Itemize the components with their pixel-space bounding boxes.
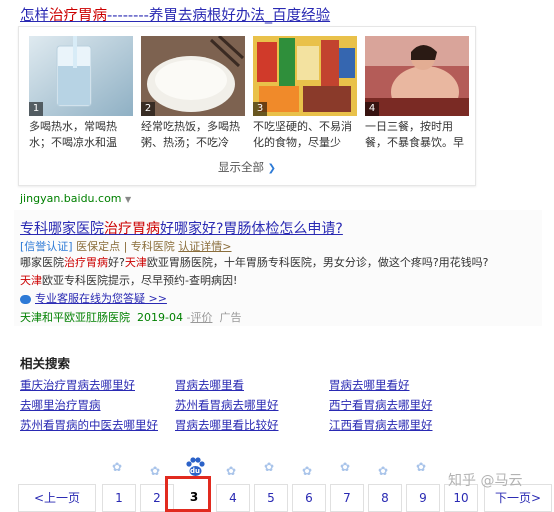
related-link[interactable]: 苏州看胃病去哪里好 [175,397,279,413]
paw-icon: ✿ [226,464,237,478]
ad-title-prefix: 专科哪家医院 [20,221,104,237]
paw-icon: ✿ [416,460,427,474]
related-link[interactable]: 江西看胃病去哪里好 [329,417,433,433]
title-highlight: 治疗胃病 [49,8,107,24]
related-link[interactable]: 苏州看胃病的中医去哪里好 [20,417,158,433]
related-link[interactable]: 胃病去哪里看 [175,377,244,393]
watermark: 知乎 @马云 [448,473,523,489]
du-label: du [190,467,200,475]
step-number: 4 [365,102,379,116]
paw-icon: ✿ [150,464,161,478]
step-thumbnail-2[interactable]: 2 [141,36,245,116]
desc-text: 欧亚胃肠医院，十年胃肠专科医院，男女分诊，做这个疼吗?用花钱吗? [146,256,489,269]
title-suffix: --------养胃去病根好办法_百度经验 [107,8,331,24]
step-number: 1 [29,102,43,116]
result-domain: jingyan.baidu.com ▼ [20,192,131,205]
cert-details-link[interactable]: 认证详情> [178,240,231,253]
ad-title-highlight: 治疗胃病 [104,221,160,237]
chevron-down-icon: ❯ [267,163,277,174]
related-link[interactable]: 西宁看胃病去哪里好 [329,397,433,413]
ad-title[interactable]: 专科哪家医院治疗胃病好哪家好?胃肠体检怎么申请? [20,218,343,238]
domain-text: jingyan.baidu.com [20,192,122,205]
result-title[interactable]: 怎样治疗胃病--------养胃去病根好办法_百度经验 [20,4,330,25]
service-link[interactable]: 专业客服在线为您答疑 >> [20,290,167,306]
related-link[interactable]: 胃病去哪里看好 [329,377,410,393]
paw-icon: ✿ [340,460,351,474]
experience-card: 1 2 3 4 多喝热水，常喝热水；不喝凉水和温 经常吃热饭，多喝热粥、热汤；不… [18,26,476,186]
desc-text: 哪家医院 [20,256,64,269]
related-link[interactable]: 重庆治疗胃病去哪里好 [20,377,135,393]
ad-date: 2019-04 [137,311,183,324]
ad-result: 专科哪家医院治疗胃病好哪家好?胃肠体检怎么申请? [信誉认证] 医保定点 | 专… [14,210,542,326]
evaluate-link[interactable]: 评价 [190,311,212,324]
paw-icon: ✿ [302,464,313,478]
related-link[interactable]: 胃病去哪里看比较好 [175,417,279,433]
related-link[interactable]: 去哪里治疗胃病 [20,397,101,413]
ad-label: 广告 [219,311,242,324]
service-link-label: 专业客服在线为您答疑 >> [35,292,167,305]
dropdown-arrow-icon[interactable]: ▼ [125,195,131,204]
step-number: 3 [253,102,267,116]
paw-icon: ✿ [264,460,275,474]
step-thumbnail-1[interactable]: 1 [29,36,133,116]
ad-meta-line: [信誉认证] 医保定点 | 专科医院 认证详情> [20,238,232,254]
step-thumbnail-3[interactable]: 3 [253,36,357,116]
ad-description: 哪家医院治疗胃病好?天津欧亚胃肠医院，十年胃肠专科医院，男女分诊，做这个疼吗?用… [20,254,540,290]
title-prefix: 怎样 [20,8,49,24]
current-page-highlight [165,476,211,512]
desc-highlight: 治疗胃病 [64,256,108,269]
credit-badge[interactable]: [信誉认证] [20,240,73,253]
show-all-label: 显示全部 [217,160,264,174]
step-caption-4[interactable]: 一日三餐，按时用餐，不暴食暴饮。早饭... [365,119,469,151]
step-caption-2[interactable]: 经常吃热饭，多喝热粥、热汤；不吃冷食... [141,119,245,151]
step-thumbnail-4[interactable]: 4 [365,36,469,116]
desc-highlight: 天津 [124,256,147,269]
related-heading: 相关搜索 [20,356,71,371]
paw-icon: ✿ [378,464,389,478]
step-caption-1[interactable]: 多喝热水，常喝热水；不喝凉水和温水。... [29,119,133,151]
step-caption-3[interactable]: 不吃坚硬的、不易消化的食物，尽量少吃... [253,119,357,151]
desc-text: 欧亚专科医院提示，尽早预约-查明病因! [42,274,238,287]
show-all-button[interactable]: 显示全部 ❯ [19,159,475,175]
ad-footer: 天津和平欧亚肛肠医院 2019-04 -评价 广告 [20,311,242,324]
paw-icon: ✿ [112,460,123,474]
desc-text: 好? [108,256,125,269]
step-number: 2 [141,102,155,116]
ad-tags: 医保定点 | 专科医院 [76,240,175,253]
desc-highlight: 天津 [20,274,42,287]
ad-title-suffix: 好哪家好?胃肠体检怎么申请? [160,221,343,237]
ad-advertiser: 天津和平欧亚肛肠医院 [20,311,130,324]
chat-bubble-icon [20,294,31,304]
